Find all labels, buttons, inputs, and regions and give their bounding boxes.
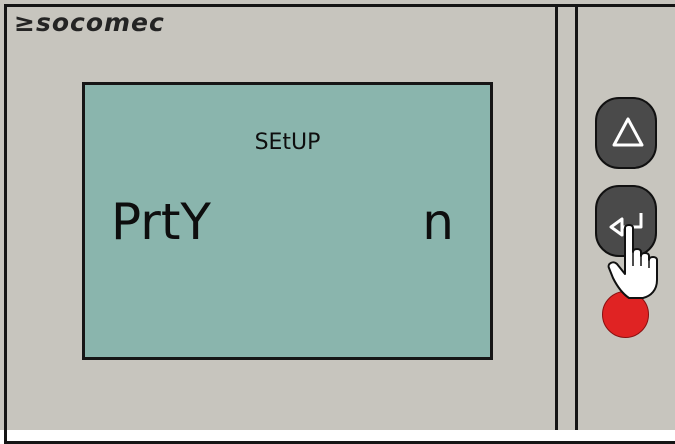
lcd-parameter-label: PrtY xyxy=(111,193,211,251)
enter-button[interactable] xyxy=(595,185,657,257)
panel-divider-left xyxy=(555,4,558,430)
lcd-menu-title: SEtUP xyxy=(254,130,321,155)
socomec-logo: ≥socomec xyxy=(14,8,165,37)
lcd-screen: SEtUP PrtY n xyxy=(82,82,493,360)
panel-divider-right xyxy=(575,4,578,430)
device-panel: ≥socomec SEtUP PrtY n xyxy=(0,0,675,444)
status-led xyxy=(602,291,649,338)
enter-return-icon xyxy=(609,213,643,237)
lcd-parameter-value: n xyxy=(422,193,454,251)
up-button[interactable] xyxy=(595,97,657,169)
triangle-up-icon xyxy=(612,117,644,147)
